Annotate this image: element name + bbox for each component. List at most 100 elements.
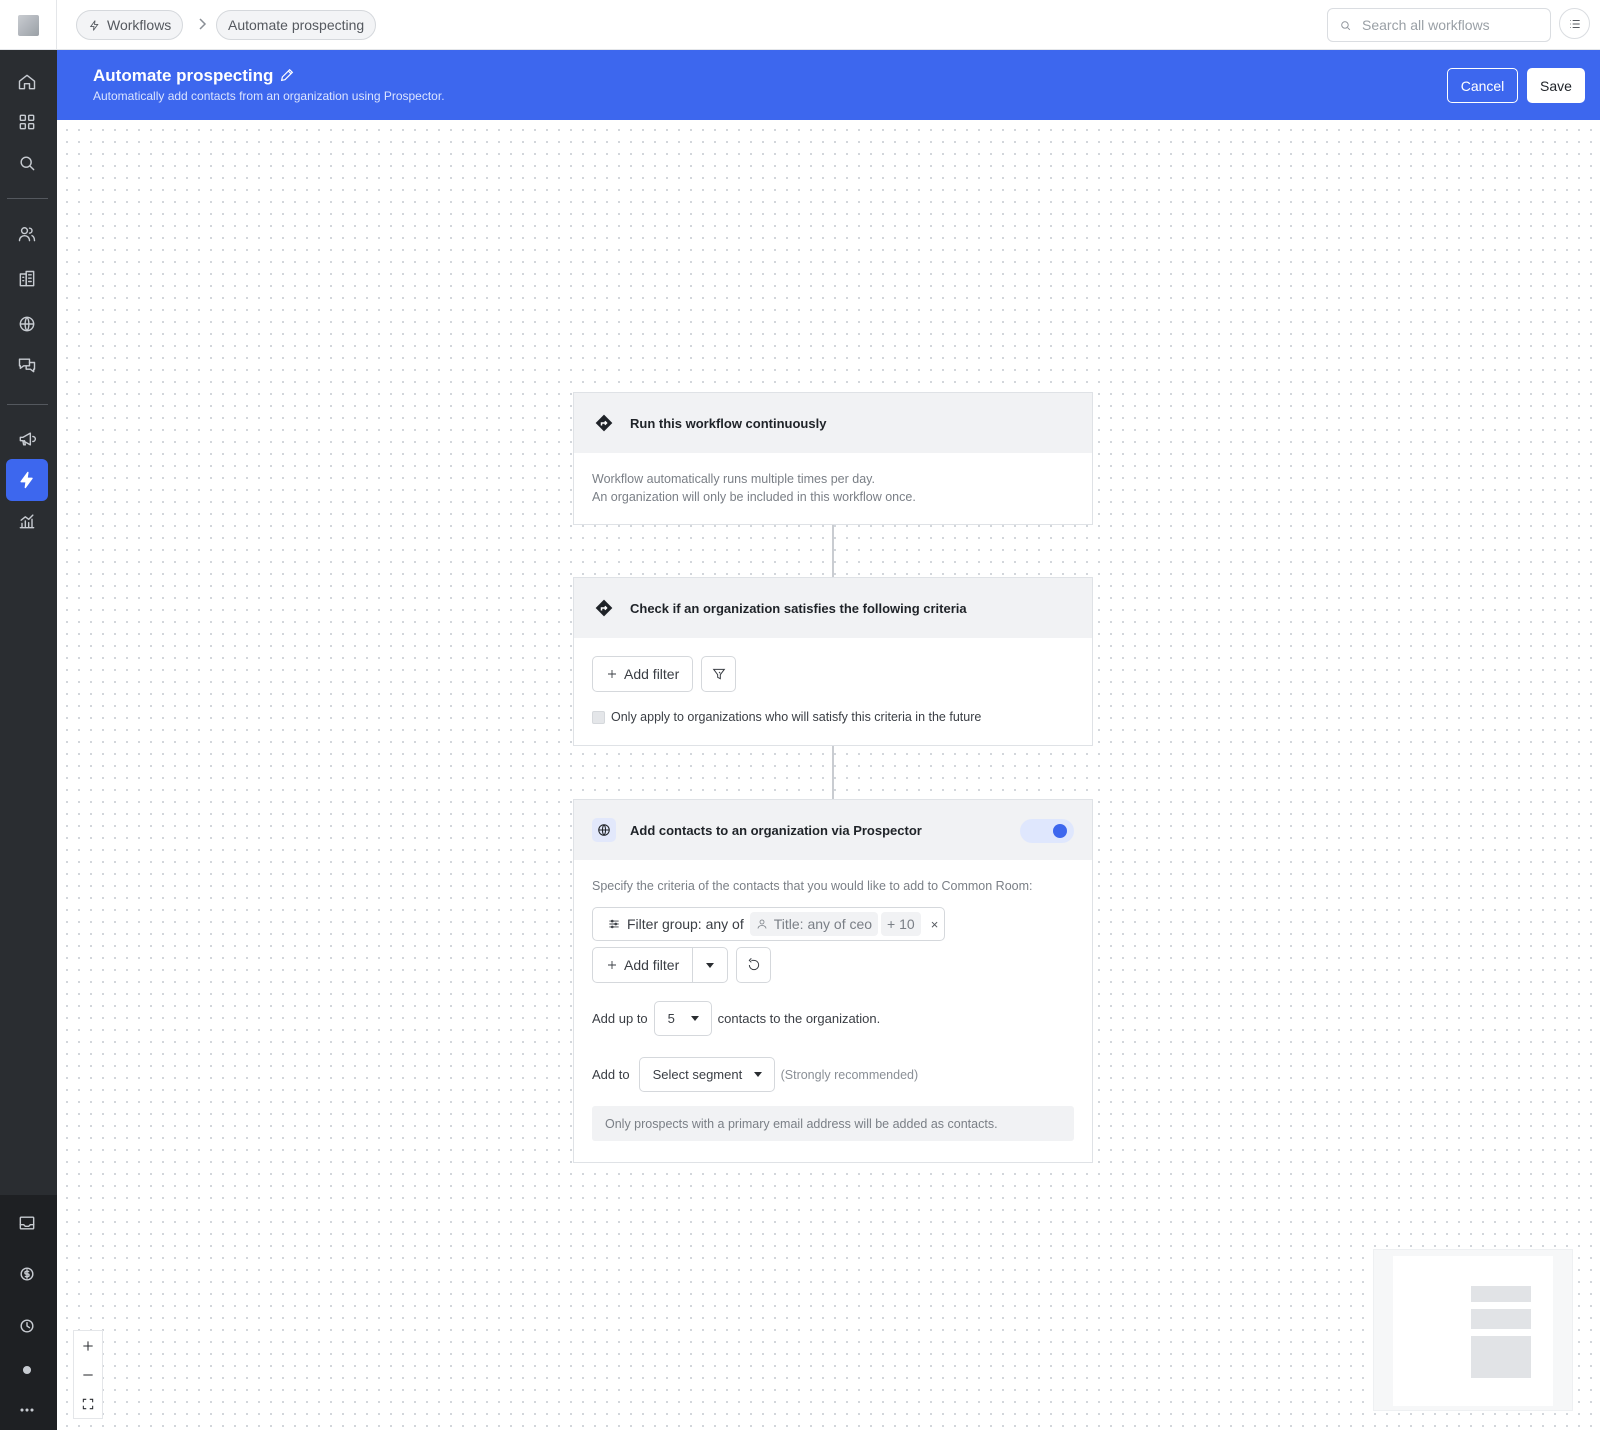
connector-line <box>832 525 834 577</box>
filter-chip[interactable]: Title: any of ceo <box>749 912 879 936</box>
reports-chart-icon[interactable] <box>6 500 48 542</box>
minimap-node <box>1471 1336 1531 1378</box>
more-icon[interactable] <box>6 1389 48 1430</box>
search-input[interactable] <box>1362 17 1537 33</box>
plus-icon <box>608 670 616 678</box>
minimap[interactable] <box>1373 1249 1573 1411</box>
filter-more-count[interactable]: + 10 <box>881 912 921 936</box>
list-view-button[interactable] <box>1559 8 1590 39</box>
workflows-bolt-icon[interactable] <box>6 459 48 501</box>
add-filter-button[interactable]: Add filter <box>592 656 694 692</box>
billing-icon[interactable] <box>6 1253 48 1295</box>
card-body: Specify the criteria of the contacts tha… <box>574 860 1092 1159</box>
minimap-node <box>1471 1309 1531 1329</box>
workflow-canvas[interactable] <box>57 120 1600 1430</box>
bolt-icon <box>89 19 99 31</box>
search-icon[interactable] <box>6 142 48 184</box>
workflow-subtitle: Automatically add contacts from an organ… <box>93 89 445 103</box>
caret-down-icon <box>706 962 715 968</box>
breadcrumb-current[interactable]: Automate prospecting <box>216 10 377 40</box>
add-filter-label: Add filter <box>624 957 680 973</box>
caret-down-icon <box>753 1072 762 1077</box>
add-filter-dropdown[interactable] <box>693 948 727 982</box>
globe-icon[interactable] <box>6 303 48 345</box>
card-body: Workflow automatically runs multiple tim… <box>574 453 1092 524</box>
trigger-card[interactable]: Run this workflow continuously Workflow … <box>573 392 1093 525</box>
plus-icon <box>608 961 616 969</box>
zoom-controls <box>73 1330 103 1419</box>
breadcrumb-workflows[interactable]: Workflows <box>76 10 184 40</box>
card-title: Add contacts to an organization via Pros… <box>630 822 922 838</box>
diamond-arrow-icon <box>592 596 616 620</box>
clock-icon[interactable] <box>6 1305 48 1347</box>
sidebar-divider <box>7 404 48 405</box>
minus-icon <box>83 1373 93 1376</box>
contact-count-value: 5 <box>667 1011 675 1026</box>
filter-chip-label: Title: any of ceo <box>773 916 873 932</box>
diamond-arrow-icon <box>592 411 616 435</box>
conversations-icon[interactable] <box>6 344 48 386</box>
plus-icon <box>83 1340 93 1351</box>
enable-toggle[interactable] <box>1020 819 1074 843</box>
zoom-in-button[interactable] <box>74 1331 102 1360</box>
card-header: Check if an organization satisfies the f… <box>574 578 1092 638</box>
apps-grid-icon[interactable] <box>6 101 48 143</box>
megaphone-icon[interactable] <box>6 418 48 460</box>
recommended-note: (Strongly recommended) <box>780 1067 919 1082</box>
add-filter-button[interactable]: Add filter <box>593 948 694 982</box>
future-only-checkbox[interactable] <box>592 710 605 724</box>
logo-area <box>0 0 57 50</box>
top-bar: Workflows Automate prospecting <box>57 0 1600 50</box>
filter-group[interactable]: Filter group: any of Title: any of ceo +… <box>592 907 946 941</box>
filter-funnel-icon <box>712 668 726 680</box>
fit-view-button[interactable] <box>74 1389 102 1418</box>
contacts-suffix: contacts to the organization. <box>717 1011 881 1026</box>
segment-placeholder: Select segment <box>652 1067 743 1082</box>
person-icon <box>757 919 767 929</box>
card-title: Check if an organization satisfies the f… <box>630 600 967 616</box>
save-button[interactable]: Save <box>1527 68 1585 103</box>
search-box[interactable] <box>1327 8 1551 42</box>
email-note: Only prospects with a primary email addr… <box>592 1106 1074 1141</box>
connector-line <box>832 746 834 799</box>
reset-filters-button[interactable] <box>736 947 772 983</box>
add-up-to-label: Add up to <box>592 1011 648 1026</box>
card-description: Workflow automatically runs multiple tim… <box>592 472 875 486</box>
edit-pencil-icon[interactable] <box>279 67 295 83</box>
search-icon <box>1341 20 1351 30</box>
segment-select[interactable]: Select segment <box>638 1057 775 1092</box>
condition-card[interactable]: Check if an organization satisfies the f… <box>573 577 1093 746</box>
caret-down-icon <box>690 1016 699 1021</box>
organizations-icon[interactable] <box>6 258 48 300</box>
chevron-right-icon <box>197 17 207 31</box>
status-dot-icon[interactable] <box>6 1349 48 1391</box>
sidebar <box>0 0 57 1430</box>
undo-icon <box>748 957 759 971</box>
checkbox-label: Only apply to organizations who will sat… <box>611 710 982 724</box>
filter-group-label: Filter group: any of <box>627 916 744 932</box>
card-title: Run this workflow continuously <box>630 415 827 431</box>
fullscreen-icon <box>82 1398 94 1409</box>
card-body: Add filter Only apply to organizations w… <box>574 638 1092 742</box>
sliders-icon <box>609 919 619 929</box>
prospector-action-card[interactable]: Add contacts to an organization via Pros… <box>573 799 1093 1163</box>
cancel-button[interactable]: Cancel <box>1447 68 1518 103</box>
add-filter-split-button: Add filter <box>592 947 729 983</box>
criteria-description: Specify the criteria of the contacts tha… <box>592 879 1033 893</box>
add-to-label: Add to <box>592 1067 630 1082</box>
card-header: Run this workflow continuously <box>574 393 1092 453</box>
sidebar-divider <box>7 198 48 199</box>
logo[interactable] <box>18 15 39 36</box>
zoom-out-button[interactable] <box>74 1360 102 1389</box>
contacts-icon[interactable] <box>6 213 48 255</box>
contact-count-select[interactable]: 5 <box>653 1001 712 1036</box>
card-header: Add contacts to an organization via Pros… <box>574 800 1092 860</box>
minimap-viewport <box>1393 1256 1553 1406</box>
globe-icon <box>592 818 616 842</box>
remove-filter-button[interactable]: × <box>931 917 939 932</box>
home-icon[interactable] <box>6 61 48 103</box>
filter-templates-button[interactable] <box>701 656 737 692</box>
inbox-icon[interactable] <box>6 1202 48 1244</box>
breadcrumb-label: Automate prospecting <box>228 17 365 33</box>
list-icon <box>1569 19 1580 28</box>
